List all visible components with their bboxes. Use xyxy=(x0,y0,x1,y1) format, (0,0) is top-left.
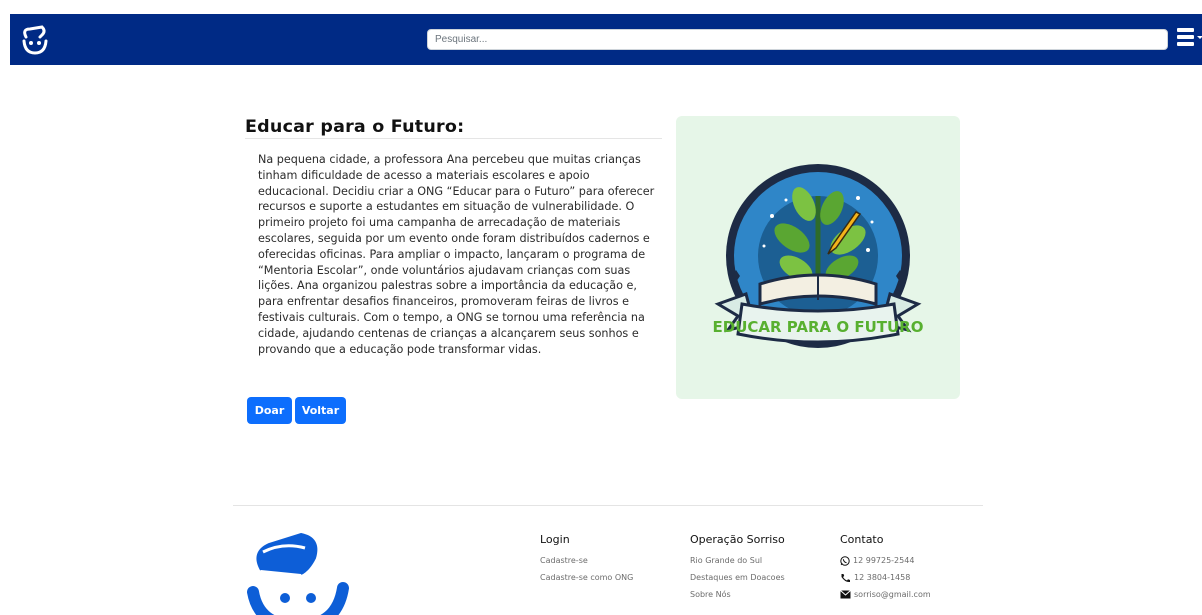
phone-number: 12 3804-1458 xyxy=(854,573,911,582)
footer-login-heading: Login xyxy=(540,533,570,546)
donation-highlights-link[interactable]: Destaques em Doacoes xyxy=(690,569,785,586)
footer-smiley-logo-icon xyxy=(247,532,349,615)
email-contact[interactable]: sorriso@gmail.com xyxy=(840,586,931,603)
search-input[interactable] xyxy=(427,29,1168,50)
phone-contact[interactable]: 12 3804-1458 xyxy=(840,569,931,586)
back-button[interactable]: Voltar xyxy=(295,397,346,424)
footer-divider xyxy=(233,505,983,506)
footer-contact-heading: Contato xyxy=(840,533,884,546)
story-text: Na pequena cidade, a professora Ana perc… xyxy=(258,153,655,356)
whatsapp-icon xyxy=(840,555,850,566)
footer-contact-column: Contato 12 99725-2544 12 3804-1458 sorri… xyxy=(840,533,931,603)
phone-icon xyxy=(841,573,850,582)
whatsapp-contact[interactable]: 12 99725-2544 xyxy=(840,552,931,569)
title-divider xyxy=(245,138,662,139)
ngo-logo-image: EDUCAR PARA O FUTURO xyxy=(676,116,960,399)
signup-ngo-link[interactable]: Cadastre-se como ONG xyxy=(540,569,633,586)
envelope-icon xyxy=(840,590,851,599)
donate-button[interactable]: Doar xyxy=(247,397,292,424)
footer-operation-column: Operação Sorriso Rio Grande do Sul Desta… xyxy=(690,533,785,603)
rio-grande-link[interactable]: Rio Grande do Sul xyxy=(690,552,785,569)
whatsapp-number: 12 99725-2544 xyxy=(853,556,915,565)
educar-emblem-icon: EDUCAR PARA O FUTURO xyxy=(713,164,924,348)
about-link[interactable]: Sobre Nós xyxy=(690,586,785,603)
footer-login-column: Login Cadastre-se Cadastre-se como ONG xyxy=(540,533,633,586)
top-navbar xyxy=(10,14,1202,65)
page-title: Educar para o Futuro: xyxy=(245,117,465,137)
footer-operation-heading: Operação Sorriso xyxy=(690,533,785,546)
hamburger-menu-icon[interactable] xyxy=(1177,28,1202,52)
chevron-down-icon xyxy=(1197,36,1202,39)
signup-link[interactable]: Cadastre-se xyxy=(540,552,633,569)
email-address: sorriso@gmail.com xyxy=(854,590,931,599)
smiley-logo-icon[interactable] xyxy=(18,23,52,57)
svg-text:EDUCAR PARA O FUTURO: EDUCAR PARA O FUTURO xyxy=(713,318,924,336)
